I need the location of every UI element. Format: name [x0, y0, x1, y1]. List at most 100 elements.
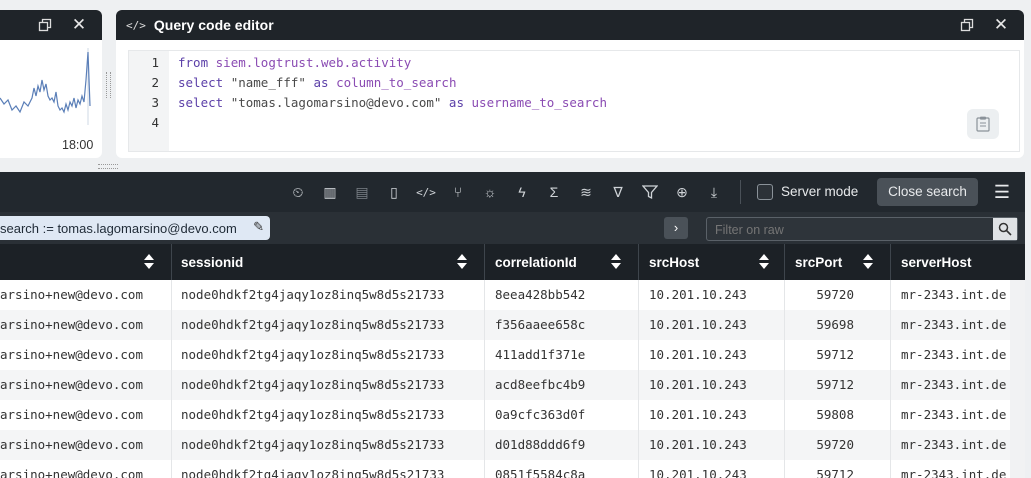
sigma-icon[interactable]: Σ: [544, 182, 564, 202]
correlationid-cell: 0a9cfc363d0f: [495, 407, 586, 422]
user-cell: arsino+new@devo.com: [0, 407, 143, 422]
code-icon[interactable]: </>: [416, 182, 436, 202]
code-token: from: [178, 55, 216, 70]
download-icon[interactable]: ⤓: [704, 182, 724, 202]
restore-window-icon[interactable]: [34, 10, 56, 40]
filter-search-button[interactable]: [993, 218, 1017, 240]
column-header-label: sessionid: [181, 254, 244, 270]
sort-icon[interactable]: [144, 254, 154, 270]
code-lines: 1 from siem.logtrust.web.activity 2 select …: [129, 53, 1019, 133]
user-cell: arsino+new@devo.com: [0, 437, 143, 452]
table-row[interactable]: arsino+new@devo.com node0hdkf2tg4jaqy1oz8…: [0, 460, 1010, 478]
column-line: [890, 280, 891, 478]
user-cell: arsino+new@devo.com: [0, 467, 143, 478]
vertical-scrollbar[interactable]: [1010, 280, 1025, 478]
branch-icon[interactable]: ⑂: [448, 182, 468, 202]
table-row[interactable]: arsino+new@devo.com node0hdkf2tg4jaqy1oz8…: [0, 280, 1010, 310]
column-separator[interactable]: [638, 244, 639, 280]
table-row[interactable]: arsino+new@devo.com node0hdkf2tg4jaqy1oz8…: [0, 370, 1010, 400]
sessionid-cell: node0hdkf2tg4jaqy1oz8inq5w8d5s21733: [181, 407, 445, 422]
column-header-serverhost[interactable]: serverHost: [901, 244, 972, 280]
lightning-icon[interactable]: ϟ: [512, 182, 532, 202]
restore-window-icon[interactable]: [956, 10, 978, 40]
sessionid-cell: node0hdkf2tg4jaqy1oz8inq5w8d5s21733: [181, 377, 445, 392]
timer-icon[interactable]: ⏲: [288, 182, 308, 202]
grid-body: arsino+new@devo.com node0hdkf2tg4jaqy1oz8…: [0, 280, 1010, 478]
srcport-cell: 59720: [816, 287, 854, 302]
filter-input-wrapper: [706, 217, 1018, 241]
query-toolbar: ⏲ ▥ ▤ ▯ </> ⑂ ☼ ϟ Σ ≋ ∇ ⊕ ⤓ Server mode …: [0, 172, 1025, 212]
server-mode-checkbox[interactable]: [757, 184, 773, 200]
close-search-button[interactable]: Close search: [877, 178, 978, 206]
correlationid-cell: acd8eefbc4b9: [495, 377, 586, 392]
search-chip[interactable]: search := tomas.lagomarsino@devo.com ✎: [0, 216, 270, 240]
sort-icon[interactable]: [759, 254, 769, 270]
serverhost-cell: mr-2343.int.de: [901, 467, 1007, 478]
filter-icon[interactable]: [640, 182, 660, 202]
column-separator[interactable]: [784, 244, 785, 280]
code-line: 1 from siem.logtrust.web.activity: [129, 53, 1019, 73]
table-row[interactable]: arsino+new@devo.com node0hdkf2tg4jaqy1oz8…: [0, 400, 1010, 430]
srchost-cell: 10.201.10.243: [649, 467, 747, 478]
panel-resize-handle[interactable]: [106, 72, 111, 98]
column-header-sessionid[interactable]: sessionid: [181, 244, 243, 280]
column-header-label: srcHost: [649, 254, 700, 270]
table-row[interactable]: arsino+new@devo.com node0hdkf2tg4jaqy1oz8…: [0, 340, 1010, 370]
table-row[interactable]: arsino+new@devo.com node0hdkf2tg4jaqy1oz8…: [0, 430, 1010, 460]
close-icon[interactable]: ✕: [990, 10, 1012, 40]
editor-header: </> Query code editor ✕: [116, 10, 1024, 40]
panel-resize-handle-bottom[interactable]: [98, 164, 118, 169]
filter-or-icon[interactable]: ∇: [608, 182, 628, 202]
pencil-icon[interactable]: ✎: [253, 219, 264, 235]
user-cell: arsino+new@devo.com: [0, 347, 143, 362]
sort-icon[interactable]: [863, 254, 873, 270]
clipboard-icon: [976, 116, 990, 132]
document-icon[interactable]: ▤: [352, 182, 372, 202]
srcport-cell: 59808: [816, 407, 854, 422]
code-token: "tomas.lagomarsino@devo.com": [230, 95, 442, 110]
code-area[interactable]: 1 from siem.logtrust.web.activity 2 select …: [128, 50, 1020, 152]
sessionid-cell: node0hdkf2tg4jaqy1oz8inq5w8d5s21733: [181, 467, 445, 478]
line-number: 4: [151, 115, 159, 130]
column-separator[interactable]: [890, 244, 891, 280]
close-icon[interactable]: ✕: [68, 10, 90, 40]
stacked-lines-icon[interactable]: ≋: [576, 182, 596, 202]
column-header-correlationid[interactable]: correlationId: [495, 244, 577, 280]
serverhost-cell: mr-2343.int.de: [901, 377, 1007, 392]
code-token: as: [305, 75, 337, 90]
column-separator[interactable]: [484, 244, 485, 280]
editor-body: 1 from siem.logtrust.web.activity 2 select …: [116, 40, 1024, 158]
column-icon[interactable]: ▯: [384, 182, 404, 202]
code-token: siem.logtrust.web.activity: [215, 55, 412, 70]
line-code: from siem.logtrust.web.activity: [178, 53, 411, 73]
sessionid-cell: node0hdkf2tg4jaqy1oz8inq5w8d5s21733: [181, 437, 445, 452]
column-separator[interactable]: [171, 244, 172, 280]
scroll-chips-button[interactable]: ›: [664, 217, 688, 239]
search-icon: [998, 222, 1012, 236]
correlationid-cell: d01d88ddd6f9: [495, 437, 586, 452]
lightbulb-icon[interactable]: ☼: [480, 182, 500, 202]
column-header-srcport[interactable]: srcPort: [795, 244, 842, 280]
column-header-srchost[interactable]: srcHost: [649, 244, 699, 280]
server-mode-label: Server mode: [781, 184, 859, 199]
sessionid-cell: node0hdkf2tg4jaqy1oz8inq5w8d5s21733: [181, 317, 445, 332]
sort-icon[interactable]: [611, 254, 621, 270]
code-line: 3 select "tomas.lagomarsino@devo.com" as …: [129, 93, 1019, 113]
table-row[interactable]: arsino+new@devo.com node0hdkf2tg4jaqy1oz8…: [0, 310, 1010, 340]
line-number: 3: [151, 95, 159, 110]
correlationid-cell: 0851f5584c8a: [495, 467, 586, 478]
code-token: select: [178, 95, 231, 110]
sort-icon[interactable]: [457, 254, 467, 270]
srchost-cell: 10.201.10.243: [649, 377, 747, 392]
save-query-icon[interactable]: ⊕: [672, 182, 692, 202]
column-line: [484, 280, 485, 478]
chart-columns-icon[interactable]: ▥: [320, 182, 340, 202]
filter-raw-input[interactable]: [713, 220, 987, 240]
menu-icon[interactable]: ☰: [992, 182, 1012, 202]
copy-button[interactable]: [967, 109, 999, 139]
correlationid-cell: 411add1f371e: [495, 347, 586, 362]
line-number: 2: [151, 75, 159, 90]
code-token: "name_fff": [230, 75, 306, 90]
code-token: column_to_search: [336, 75, 457, 90]
sessionid-cell: node0hdkf2tg4jaqy1oz8inq5w8d5s21733: [181, 287, 445, 302]
